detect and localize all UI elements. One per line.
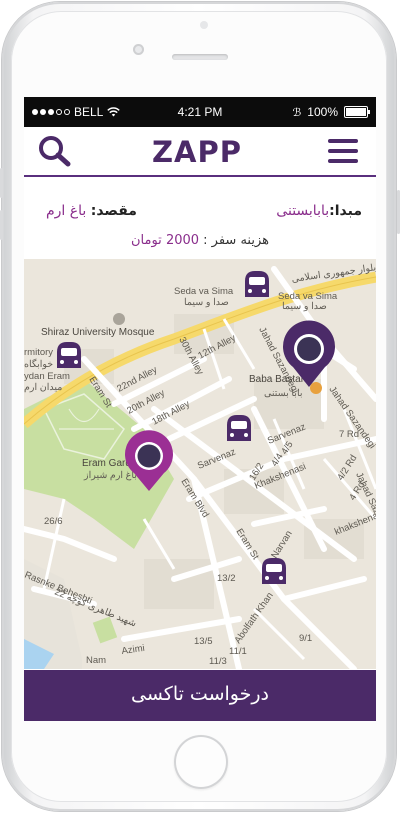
map-label: rmitory (24, 347, 53, 358)
earpiece-speaker (172, 54, 228, 60)
map-label: 9/1 (299, 633, 312, 644)
map-label: 13/2 (217, 573, 236, 584)
map-label: Baba Bastani (249, 374, 309, 385)
map-label: Nam (86, 655, 106, 666)
fare-value: 2000 تومان (131, 233, 200, 248)
map-label: 26/6 (44, 516, 63, 527)
map-label: ydan Eram (24, 371, 70, 382)
search-icon (39, 136, 71, 167)
logo-text: ZAPP (152, 137, 242, 167)
taxi-icon[interactable] (245, 271, 269, 297)
map-label: بابا بستنی (264, 388, 303, 399)
hamburger-menu-icon (328, 139, 358, 143)
battery-group: ℬ 100% (292, 105, 370, 119)
destination-label: مقصد: (90, 203, 137, 219)
destination-field[interactable]: مقصد: باغ ارم (46, 203, 137, 219)
map-label: Shiraz University Mosque (41, 327, 155, 338)
app-screen: BELL 4:21 PM ℬ 100% ZAPP مبدا:بابابستنی … (24, 97, 376, 721)
fare-label: هزینه سفر : (203, 233, 269, 248)
taxi-icon[interactable] (57, 342, 81, 368)
map-label: 11/3 (209, 656, 227, 667)
map-label: باغ ارم شیراز (83, 470, 137, 481)
map-view[interactable]: Seda va Sima صدا و سیما Seda va Sima صدا… (24, 259, 376, 669)
origin-field[interactable]: مبدا:بابابستنی (276, 203, 362, 219)
trip-info-panel: مبدا:بابابستنی مقصد: باغ ارم هزینه سفر :… (24, 177, 376, 259)
front-camera-icon (133, 44, 144, 55)
map-label: خوابگاه (24, 358, 53, 370)
map-label: 11/1 (229, 646, 247, 657)
taxi-icon[interactable] (227, 415, 251, 441)
map-label: 13/5 (194, 636, 213, 647)
bluetooth-icon: ℬ (292, 106, 302, 119)
volume-button (0, 210, 3, 240)
map-label: 7 Rd (339, 429, 359, 440)
app-header: ZAPP (24, 127, 376, 177)
battery-percent: 100% (307, 105, 338, 119)
home-button[interactable] (174, 735, 228, 789)
destination-value: باغ ارم (46, 203, 87, 219)
hamburger-line (328, 149, 358, 153)
origin-value: بابابستنی (276, 203, 330, 219)
battery-icon (344, 106, 370, 118)
zapp-logo: ZAPP (152, 137, 242, 167)
origin-label: مبدا: (329, 203, 362, 219)
trip-route-row: مبدا:بابابستنی مقصد: باغ ارم (36, 203, 368, 227)
taxi-icon[interactable] (262, 558, 286, 584)
hamburger-line (328, 159, 358, 163)
map-label: صدا و سیما (184, 297, 229, 308)
map-label: Seda va Sima (174, 286, 234, 297)
map-label: میدان ارم (24, 382, 62, 393)
status-bar: BELL 4:21 PM ℬ 100% (24, 97, 376, 127)
volume-button (0, 168, 3, 198)
request-taxi-button[interactable]: درخواست تاکسی (24, 670, 376, 721)
mosque-icon (113, 313, 125, 325)
menu-button[interactable] (328, 139, 358, 165)
map-canvas[interactable]: Seda va Sima صدا و سیما Seda va Sima صدا… (24, 259, 376, 669)
restaurant-icon (310, 382, 322, 394)
search-button[interactable] (38, 135, 72, 167)
proximity-sensor (200, 21, 208, 29)
map-label: صدا و سیما (282, 301, 327, 312)
fare-row: هزینه سفر : 2000 تومان (24, 233, 376, 248)
